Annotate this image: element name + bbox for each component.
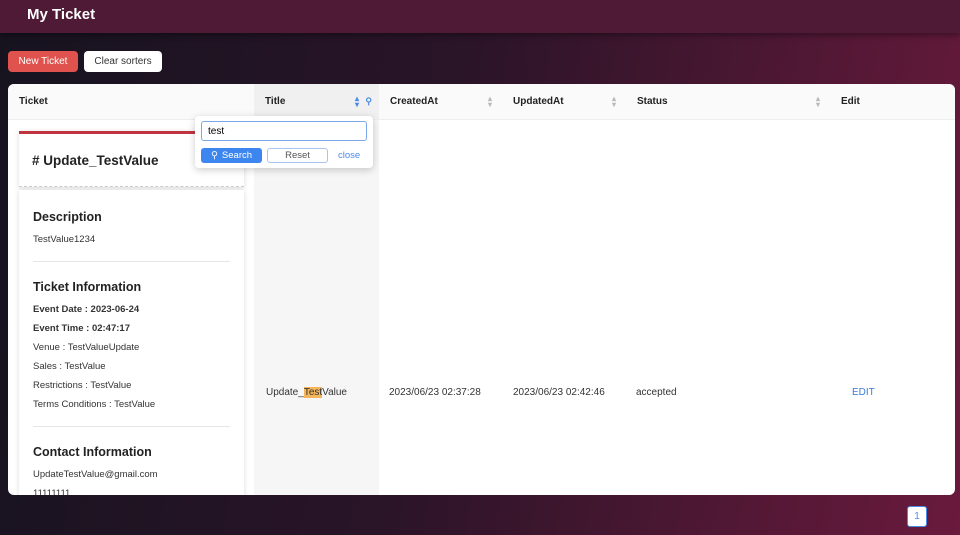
updated-cell: 2023/06/23 02:42:46 — [513, 387, 605, 398]
restrictions: Restrictions : TestValue — [33, 380, 132, 391]
sort-icon[interactable]: ▴ ▾ — [355, 95, 359, 109]
event-date: Event Date : 2023-06-24 — [33, 304, 140, 315]
search-icon: ⚲ — [210, 150, 218, 161]
info-heading: Ticket Information — [33, 280, 142, 294]
col-edit: Edit — [830, 84, 955, 120]
phone: 11111111 — [33, 488, 71, 495]
filter-search-button[interactable]: ⚲ Search — [201, 148, 262, 163]
description-heading: Description — [33, 210, 102, 224]
venue: Venue : TestValueUpdate — [33, 342, 140, 353]
sort-icon[interactable]: ▴ ▾ — [612, 95, 616, 109]
new-ticket-button[interactable]: New Ticket — [8, 51, 78, 72]
sort-icon[interactable]: ▴ ▾ — [816, 95, 820, 109]
filter-search-input[interactable] — [201, 121, 367, 141]
ticket-card-body: Description TestValue1234 Ticket Informa… — [19, 190, 244, 495]
title-cell: Update_TestValue — [266, 387, 347, 398]
filter-close-link[interactable]: close — [338, 150, 360, 161]
title-filter-dropdown: ⚲Search Reset close — [195, 116, 373, 168]
email: UpdateTestValue@gmail.com — [33, 469, 158, 480]
contact-heading: Contact Information — [33, 445, 152, 459]
clear-sorters-button[interactable]: Clear sorters — [84, 51, 162, 72]
page-title: My Ticket — [27, 6, 96, 23]
status-cell: accepted — [636, 387, 677, 398]
search-highlight: Test — [303, 387, 323, 398]
col-title[interactable]: Title ▴ ▾ ⚲ — [254, 84, 379, 120]
event-time: Event Time : 02:47:17 — [33, 323, 130, 334]
sort-icon[interactable]: ▴ ▾ — [488, 95, 492, 109]
filter-reset-button[interactable]: Reset — [267, 148, 328, 163]
col-ticket: Ticket — [8, 84, 254, 120]
col-updated[interactable]: UpdatedAt ▴ ▾ — [502, 84, 626, 120]
terms: Terms Conditions : TestValue — [33, 399, 156, 410]
col-status[interactable]: Status ▴ ▾ — [626, 84, 830, 120]
ticket-table: Ticket Title ▴ ▾ ⚲ CreatedAt ▴ ▾ UpdatedAt ▴… — [8, 84, 955, 495]
col-created[interactable]: CreatedAt ▴ ▾ — [379, 84, 502, 120]
search-icon[interactable]: ⚲ — [365, 96, 372, 107]
ticket-name: # Update_TestValue — [32, 153, 159, 168]
pagination-page-1[interactable]: 1 — [907, 506, 927, 527]
app-header: My Ticket — [0, 0, 960, 33]
description-text: TestValue1234 — [33, 234, 96, 245]
sales: Sales : TestValue — [33, 361, 106, 372]
edit-link[interactable]: EDIT — [852, 387, 875, 398]
created-cell: 2023/06/23 02:37:28 — [389, 387, 481, 398]
